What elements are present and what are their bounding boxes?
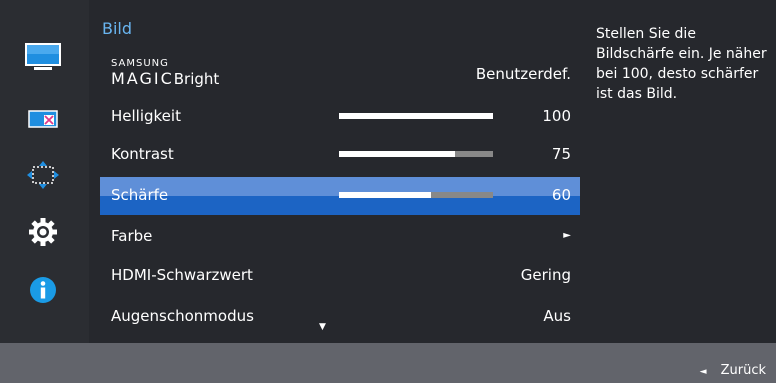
- help-text: Stellen Sie die Bildschärfe ein. Je nähe…: [596, 26, 767, 102]
- sharpness-slider[interactable]: [339, 192, 493, 198]
- menu-item-schaerfe[interactable]: Schärfe 60: [100, 177, 580, 215]
- settings-gear-icon[interactable]: [24, 218, 62, 246]
- slider-fill: [339, 151, 455, 157]
- picture-icon[interactable]: [24, 43, 62, 71]
- magic-bright-value: Benutzerdef.: [475, 65, 571, 83]
- menu-item-kontrast[interactable]: Kontrast 75: [89, 136, 580, 174]
- menu-item-label: Kontrast: [111, 145, 174, 163]
- menu-item-value: 75: [551, 145, 571, 163]
- menu-item-label: HDMI-Schwarzwert: [111, 266, 253, 284]
- menu-title: Bild: [102, 19, 133, 38]
- slider-fill: [339, 113, 493, 119]
- menu-item-value: 60: [551, 186, 571, 204]
- menu-item-label: Farbe: [111, 227, 153, 245]
- menu-item-label: Helligkeit: [111, 107, 181, 125]
- slider-fill: [339, 192, 432, 198]
- screen-adjust-icon[interactable]: [24, 106, 62, 134]
- magic-bright-logo: SAMSUNG MAGICBright: [111, 58, 220, 88]
- footer-bar: ◄ Zurück: [0, 343, 776, 383]
- back-arrow-icon: ◄: [699, 367, 707, 377]
- menu-item-hdmi-schwarzwert[interactable]: HDMI-Schwarzwert Gering: [89, 257, 580, 295]
- submenu-arrow-icon: ►: [563, 230, 571, 241]
- back-label: Zurück: [720, 363, 766, 378]
- menu-item-label: Schärfe: [111, 186, 169, 204]
- scroll-down-icon[interactable]: ▼: [319, 322, 326, 332]
- menu-item-value: Aus: [543, 307, 571, 325]
- menu-item-augenschonmodus[interactable]: Augenschonmodus Aus: [89, 298, 580, 336]
- osd-sidebar: [0, 0, 89, 343]
- monitor-osd: Bild SAMSUNG MAGICBright Benutzerdef. Hel…: [0, 0, 776, 383]
- back-button[interactable]: ◄ Zurück: [700, 363, 766, 378]
- picture-menu: Bild SAMSUNG MAGICBright Benutzerdef. Hel…: [89, 0, 589, 343]
- position-icon[interactable]: [24, 161, 62, 189]
- menu-item-magic-bright[interactable]: SAMSUNG MAGICBright Benutzerdef.: [89, 54, 580, 92]
- contrast-slider[interactable]: [339, 151, 493, 157]
- brightness-slider[interactable]: [339, 113, 493, 119]
- menu-item-helligkeit[interactable]: Helligkeit 100: [89, 98, 580, 136]
- menu-item-farbe[interactable]: Farbe ►: [89, 218, 580, 256]
- info-icon[interactable]: [24, 276, 62, 304]
- menu-item-label: Augenschonmodus: [111, 307, 254, 325]
- menu-item-value: Gering: [520, 266, 571, 284]
- menu-item-value: 100: [542, 107, 571, 125]
